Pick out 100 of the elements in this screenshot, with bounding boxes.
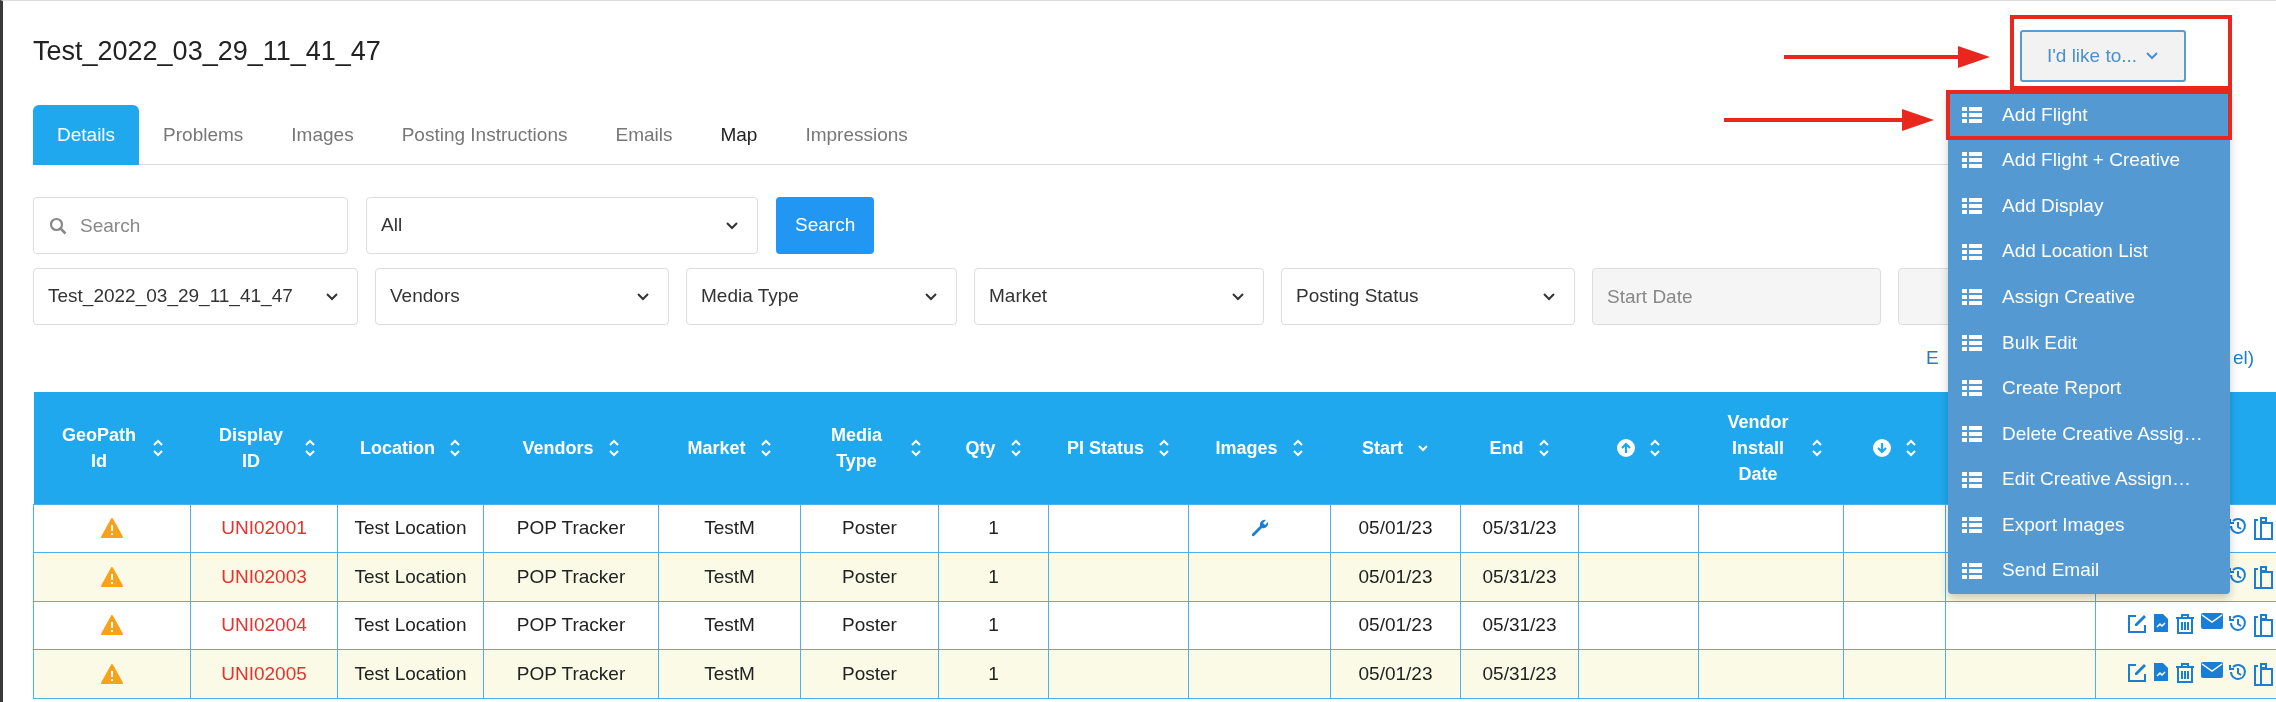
list-icon <box>1962 425 1982 442</box>
trash-icon <box>2174 613 2196 636</box>
table-cell-text: 05/01/23 <box>1358 517 1433 538</box>
column-header[interactable]: Images <box>1215 434 1278 461</box>
mail-icon <box>2201 661 2223 678</box>
column-header[interactable]: Market <box>687 434 746 461</box>
menu-item[interactable]: Edit Creative Assign… <box>1948 456 2230 503</box>
filter-select[interactable]: Media Type <box>686 268 957 325</box>
menu-item[interactable]: Send Email <box>1948 547 2230 594</box>
table-cell-text: TestM <box>704 662 755 684</box>
list-icon <box>1962 243 1982 260</box>
table-cell-text: TestM <box>704 565 755 587</box>
table-cell-text: Test Location <box>354 662 467 684</box>
table-cell-text: 05/01/23 <box>1358 565 1433 587</box>
table-cell-text: 05/31/23 <box>1482 614 1557 635</box>
tab[interactable]: Emails <box>591 105 697 165</box>
table-cell-text: 05/31/23 <box>1482 662 1557 684</box>
list-icon <box>1962 334 1982 351</box>
list-icon <box>1962 106 1982 123</box>
tab[interactable]: Images <box>267 105 378 165</box>
table-cell-text: Test Location <box>354 614 467 635</box>
column-header[interactable]: End <box>1489 434 1524 461</box>
list-icon <box>1962 562 1982 579</box>
chevron-down-icon <box>2145 51 2160 61</box>
menu-item[interactable]: Add Flight + Creative <box>1948 137 2230 184</box>
filter-select[interactable]: Posting Status <box>1281 268 1575 325</box>
menu-item[interactable]: Add Location List <box>1948 228 2230 275</box>
table-cell-text: Poster <box>842 565 897 587</box>
list-icon <box>1962 152 1982 169</box>
trash-icon <box>2174 661 2196 684</box>
tab[interactable]: Map <box>696 105 782 165</box>
warning-icon <box>101 615 123 636</box>
warning-icon <box>101 663 123 684</box>
table-cell-text: 1 <box>988 614 999 635</box>
file-icon <box>2153 613 2169 634</box>
menu-item[interactable]: Bulk Edit <box>1948 319 2230 366</box>
search-button[interactable]: Search <box>776 197 875 254</box>
menu-item[interactable]: Delete Creative Assig… <box>1948 411 2230 457</box>
tab[interactable]: Details <box>33 105 140 165</box>
arrow-down-circle-icon <box>1872 438 1891 457</box>
column-header[interactable]: Qty <box>965 434 996 461</box>
chevron-down-icon <box>636 291 650 302</box>
menu-item[interactable]: Add Display <box>1948 183 2230 229</box>
edit-icon <box>2126 661 2148 684</box>
column-header[interactable]: Location <box>360 434 435 461</box>
link-text[interactable]: el) <box>2232 344 2254 373</box>
column-header[interactable]: PI Status <box>1067 434 1144 461</box>
tab[interactable]: Impressions <box>781 105 932 165</box>
actions-dropdown-button[interactable]: I'd like to... <box>2020 30 2186 82</box>
chevron-down-icon <box>325 291 339 302</box>
table-cell-text: Poster <box>842 517 897 538</box>
table-cell-text: POP Tracker <box>516 517 626 538</box>
scope-select[interactable]: All <box>366 197 758 254</box>
clipboard-icon <box>2253 564 2273 589</box>
table-cell-text: POP Tracker <box>516 662 626 684</box>
table-cell-text: 05/01/23 <box>1358 662 1433 684</box>
list-icon <box>1962 198 1982 214</box>
filter-select[interactable]: Vendors <box>375 268 669 325</box>
tab[interactable]: Posting Instructions <box>377 105 592 165</box>
table-cell-text: TestM <box>704 517 755 538</box>
chevron-down-icon <box>924 291 938 302</box>
page-title: Test_2022_03_29_11_41_47 <box>33 35 381 68</box>
tab[interactable]: Problems <box>139 105 268 165</box>
table-cell-text: POP Tracker <box>516 614 626 635</box>
column-header[interactable]: Start <box>1362 434 1403 461</box>
table-cell-text: Poster <box>842 614 897 635</box>
mail-icon <box>2201 613 2223 630</box>
history-icon <box>2228 613 2248 634</box>
arrow-up-circle-icon <box>1616 438 1635 457</box>
clipboard-icon <box>2253 661 2273 686</box>
table-cell-text: POP Tracker <box>516 565 626 587</box>
history-icon <box>2228 661 2248 682</box>
menu-item[interactable]: Add Flight <box>1948 92 2230 138</box>
table-cell-text: UNI02001 <box>221 517 307 538</box>
chevron-down-icon <box>1542 291 1556 302</box>
list-icon <box>1962 471 1982 488</box>
table-cell-text: 1 <box>988 565 999 587</box>
menu-item[interactable]: Create Report <box>1948 365 2230 412</box>
table-cell-text: UNI02005 <box>221 662 307 684</box>
warning-icon <box>101 518 123 539</box>
chevron-down-icon <box>725 220 739 231</box>
table-cell-text: 05/31/23 <box>1482 517 1557 538</box>
chevron-down-icon <box>1231 291 1245 302</box>
link-text[interactable]: E <box>1926 344 1939 373</box>
table-cell-text: TestM <box>704 614 755 635</box>
filter-select[interactable]: Test_2022_03_29_11_41_47 <box>33 268 358 325</box>
search-field[interactable]: Search <box>33 197 348 254</box>
list-icon <box>1962 289 1982 306</box>
clipboard-icon <box>2253 613 2273 638</box>
table-cell-text: 05/01/23 <box>1358 614 1433 635</box>
warning-icon <box>101 566 123 587</box>
file-icon <box>2153 661 2169 682</box>
column-header[interactable]: Vendors <box>522 434 594 461</box>
menu-item[interactable]: Export Images <box>1948 502 2230 548</box>
table-cell-text: UNI02003 <box>221 565 307 587</box>
filter-select[interactable]: Market <box>974 268 1264 325</box>
clipboard-icon <box>2253 516 2273 541</box>
table-cell-text: UNI02004 <box>221 614 307 635</box>
menu-item[interactable]: Assign Creative <box>1948 274 2230 320</box>
date-field[interactable]: Start Date <box>1592 268 1881 325</box>
